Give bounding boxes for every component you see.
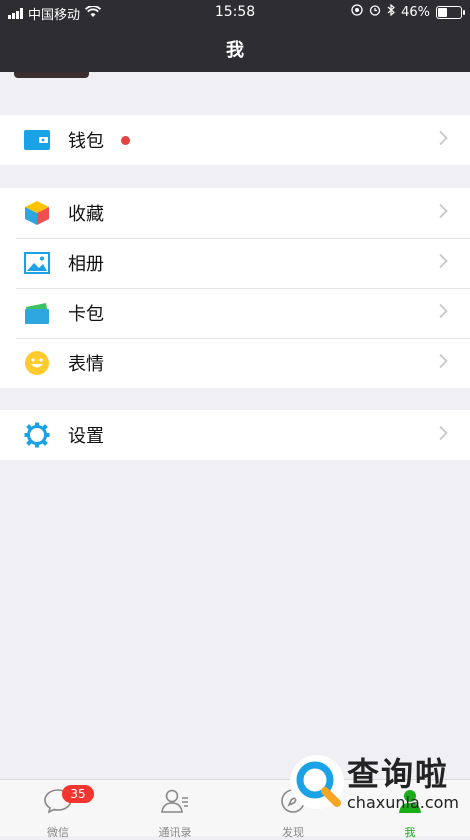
favorites-cube-icon [24, 200, 50, 226]
battery-percent: 46% [401, 4, 430, 20]
chevron-right-icon [439, 130, 448, 151]
watermark-logo: 查询啦 chaxunla.com [287, 745, 465, 819]
smiley-icon [24, 350, 50, 376]
list-group-media: 收藏 相册 卡包 表情 [0, 188, 470, 388]
list-item-favorites[interactable]: 收藏 [0, 188, 470, 238]
bluetooth-icon [387, 3, 396, 20]
list-item-stickers[interactable]: 表情 [0, 338, 470, 388]
list-item-label: 设置 [68, 426, 104, 447]
list-item-album[interactable]: 相册 [0, 238, 470, 288]
watermark-title: 查询啦 [347, 755, 450, 793]
battery-icon [436, 5, 465, 19]
watermark-site: chaxunla.com [347, 793, 459, 812]
list-item-label: 卡包 [68, 304, 104, 325]
tab-label: 我 [404, 826, 416, 839]
list-item-label: 钱包 [68, 131, 104, 152]
status-right: 46% [351, 3, 465, 20]
battery-fill [438, 7, 447, 17]
page-title: 我 [226, 40, 244, 61]
chevron-right-icon [439, 303, 448, 324]
list-item-label: 相册 [68, 254, 104, 275]
tab-contacts[interactable]: 通讯录 [135, 786, 215, 840]
contacts-icon [135, 786, 215, 816]
tab-label: 通讯录 [158, 826, 192, 839]
avatar[interactable] [14, 72, 89, 78]
tab-label: 微信 [47, 826, 69, 839]
settings-gear-icon [24, 422, 50, 448]
status-bar: 中国移动 15:58 46% [0, 0, 470, 24]
list-item-label: 表情 [68, 354, 104, 375]
location-icon [351, 4, 363, 20]
alarm-icon [369, 4, 381, 20]
list-item-settings[interactable]: 设置 [0, 410, 470, 460]
notification-dot [121, 135, 130, 145]
list-group-settings: 设置 [0, 410, 470, 460]
wallet-icon [24, 127, 50, 153]
card-pack-icon [24, 300, 50, 326]
list-group-wallet: 钱包 [0, 115, 470, 165]
tab-label: 发现 [282, 826, 304, 839]
top-bar: 中国移动 15:58 46% 我 [0, 0, 470, 72]
album-picture-icon [24, 250, 50, 276]
chevron-right-icon [439, 253, 448, 274]
unread-badge: 35 [62, 785, 94, 803]
chevron-right-icon [439, 353, 448, 374]
list-item-card-pack[interactable]: 卡包 [0, 288, 470, 338]
chevron-right-icon [439, 425, 448, 446]
list-item-wallet[interactable]: 钱包 [0, 115, 470, 165]
list-item-label: 收藏 [68, 204, 104, 225]
chevron-right-icon [439, 203, 448, 224]
tab-chats[interactable]: 35 微信 [18, 785, 98, 840]
magnifier-logo-icon [290, 755, 344, 809]
